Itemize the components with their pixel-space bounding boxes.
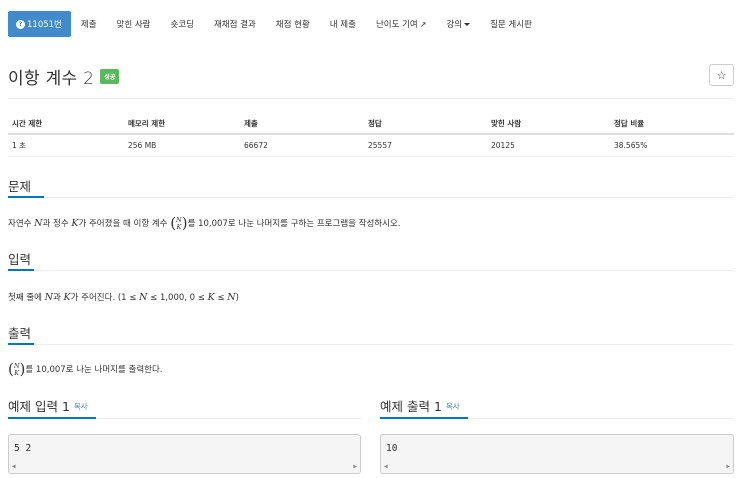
scroll-right-icon[interactable]: ▶	[726, 463, 730, 470]
header-memory-limit: 메모리 제한	[128, 118, 166, 128]
example-output-box[interactable]: 10 ◀ ▶	[380, 434, 734, 474]
problem-heading-line	[8, 197, 734, 198]
nav-submit[interactable]: 제출	[71, 11, 107, 37]
header-solved-users: 맞힌 사람	[491, 118, 522, 128]
value-accepted: 25557	[368, 141, 392, 150]
input-var-k-2: K	[207, 292, 215, 303]
nav-rejudge-results[interactable]: 재채점 결과	[204, 11, 266, 37]
example-input-box[interactable]: 5 2 ◀ ▶	[8, 434, 361, 474]
input-heading: 입력	[8, 252, 32, 267]
header-time-limit: 시간 제한	[12, 118, 43, 128]
example-output-value: 10	[386, 443, 398, 454]
scroll-right-icon[interactable]: ▶	[353, 463, 357, 470]
problem-icon: ?	[16, 19, 25, 29]
example-output-title: 예제 출력 1	[380, 399, 442, 414]
input-text-5: ≤	[214, 293, 228, 303]
input-text-1: 첫째 줄에	[8, 293, 45, 303]
info-table-header: 시간 제한 메모리 제한 제출 정답 맞힌 사람 정답 비율	[8, 113, 734, 135]
input-description: 첫째 줄에 N과 K가 주어진다. (1 ≤ N ≤ 1,000, 0 ≤ K …	[8, 291, 239, 303]
input-text-3: 가 주어진다. (1 ≤	[70, 293, 140, 303]
title-divider	[8, 98, 734, 99]
example-input-underline	[8, 417, 96, 419]
example-input-heading: 예제 입력 1 복사	[8, 396, 88, 415]
copy-input-link[interactable]: 복사	[74, 402, 88, 411]
value-submissions: 66672	[244, 141, 268, 150]
caret-down-icon	[464, 22, 471, 26]
nav-difficulty-label: 난이도 기여	[375, 20, 418, 30]
nav-problem-number-label: 11051번	[27, 20, 62, 30]
input-var-k: K	[63, 292, 71, 303]
header-accepted: 정답	[368, 118, 382, 128]
value-time-limit: 1 초	[12, 141, 27, 150]
example-output-heading: 예제 출력 1 복사	[380, 396, 460, 415]
example-input-title: 예제 입력 1	[8, 399, 70, 414]
output-binomial-expression: (N K)	[8, 360, 26, 378]
problem-nav: ? 11051번 제출 맞힌 사람 숏코딩 재채점 결과 채점 현황 내 제출 …	[8, 11, 738, 37]
input-text-6: )	[235, 293, 239, 303]
nav-qna-board[interactable]: 질문 게시판	[480, 11, 542, 37]
input-heading-line	[8, 270, 734, 271]
header-submissions: 제출	[244, 118, 258, 128]
problem-text-1: 자연수	[8, 219, 35, 229]
binom-bottom: K	[176, 222, 182, 231]
scroll-left-icon[interactable]: ◀	[12, 463, 16, 470]
problem-text-2: 과 정수	[42, 219, 72, 229]
nav-my-submissions[interactable]: 내 제출	[320, 11, 366, 37]
scroll-left-icon[interactable]: ◀	[384, 463, 388, 470]
star-icon: ☆	[716, 68, 727, 82]
nav-lectures-label: 강의	[446, 20, 463, 30]
value-solved-users: 20125	[491, 141, 515, 150]
output-heading-underline	[8, 343, 34, 345]
nav-problem-number[interactable]: ? 11051번	[8, 11, 71, 37]
input-text-2: 과	[53, 293, 64, 303]
star-button[interactable]: ☆	[709, 64, 734, 86]
value-memory-limit: 256 MB	[128, 141, 157, 150]
external-link-icon: ↗	[419, 19, 427, 29]
example-output-underline	[380, 417, 468, 419]
output-heading: 출력	[8, 326, 32, 341]
copy-output-link[interactable]: 복사	[446, 402, 460, 411]
input-text-4: ≤ 1,000, 0 ≤	[147, 293, 208, 303]
info-table-row: 1 초 256 MB 66672 25557 20125 38.565%	[8, 135, 734, 157]
nav-status[interactable]: 채점 현황	[266, 11, 320, 37]
input-var-n-3: N	[227, 292, 236, 303]
problem-heading-underline	[8, 196, 44, 198]
binomial-expression: (N K)	[170, 214, 188, 232]
problem-description: 자연수 N과 정수 K가 주어졌을 때 이항 계수 (N K) 를 10,007로 …	[8, 216, 400, 231]
problem-heading: 문제	[8, 179, 32, 194]
title-row: 이항 계수 2 성공 ☆	[8, 62, 734, 90]
success-badge: 성공	[100, 68, 120, 84]
problem-text-4: 를 10,007로 나눈 나머지를 구하는 프로그램을 작성하시오.	[187, 219, 401, 229]
nav-solved-users[interactable]: 맞힌 사람	[107, 11, 161, 37]
input-var-n: N	[44, 292, 53, 303]
nav-difficulty-contribution[interactable]: 난이도 기여 ↗	[366, 11, 437, 37]
nav-short-coding[interactable]: 숏코딩	[161, 11, 204, 37]
input-heading-underline	[8, 269, 34, 271]
value-accept-rate: 38.565%	[614, 141, 648, 150]
output-description: (N K) 를 10,007로 나눈 나머지를 출력한다.	[8, 362, 163, 377]
output-binom-bottom: K	[14, 368, 20, 377]
problem-info-table: 시간 제한 메모리 제한 제출 정답 맞힌 사람 정답 비율 1 초 256 M…	[8, 113, 734, 157]
page-title: 이항 계수 2	[8, 68, 95, 89]
example-input-value: 5 2	[14, 443, 32, 454]
output-heading-line	[8, 344, 734, 345]
problem-text-3: 가 주어졌을 때 이항 계수	[78, 219, 171, 229]
nav-lectures[interactable]: 강의	[436, 11, 480, 37]
output-text-1: 를 10,007로 나눈 나머지를 출력한다.	[25, 365, 163, 375]
header-accept-rate: 정답 비율	[614, 118, 645, 128]
